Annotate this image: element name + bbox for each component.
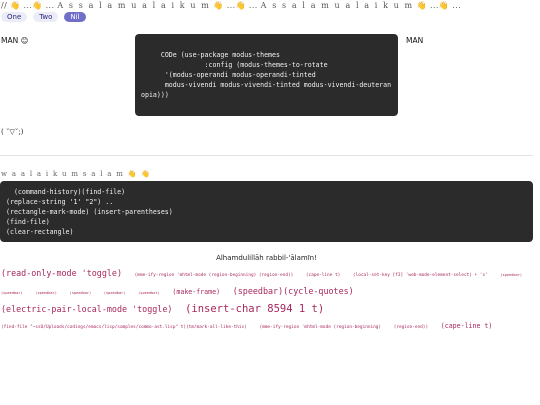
cloud-command: (mme-ify-region 'mhtml-mode (region-begi… [134,273,294,278]
man-label-right: MAN [406,36,424,45]
cloud-command: (mme-ify-region 'mhtml-mode (region-begi… [259,325,382,330]
cloud-command: (speedbar) [1,291,23,295]
cloud-command: (electric-pair-local-mode 'toggle) [1,304,173,314]
cloud-command: (speedbar) [500,273,523,277]
greeting-text: A s s a l a m u a l a i k u m [57,1,211,10]
cloud-command: (speedbar) [138,291,160,295]
code-block-command-history: (command-history)(find-file) (replace-st… [0,181,533,242]
wave-emoji: 👋 [438,1,450,10]
tab-one[interactable]: One [1,12,28,22]
cloud-command: (speedbar)(cycle-quotes) [232,286,354,296]
cloud-command: (speedbar) [35,291,57,295]
comment-prefix: // [1,1,11,10]
cloud-command: (find-file "~ssU/Uploads/codings/emacs/l… [1,325,247,330]
tab-bar: One Two Nil [1,12,86,22]
reply-line: w a a l a i k u m s a l a m 👋 👋 [1,170,152,178]
wave-emoji: 👋 [32,1,43,10]
kaomoji: ( ˘▽˘;) [1,128,24,136]
cloud-command: (cape-line t) [305,273,341,278]
cloud-command: (cape-line t) [440,322,493,330]
wave-emoji: 👋 [10,1,21,10]
tab-nil[interactable]: Nil [64,12,86,22]
tab-two[interactable]: Two [33,12,59,22]
ellipsis-text: ... [223,1,236,10]
divider [0,155,533,156]
greeting-line: // 👋 ...👋 ... A s s a l a m u a l a i k … [1,1,461,10]
ellipsis-text: ... [42,1,58,10]
command-word-cloud: (read-only-mode 'toggle) (mme-ify-region… [1,264,531,334]
cloud-command: (local-set-key [f3] 'web-mode-element-se… [352,273,488,278]
alhamdulillah-line: Alhamdulillāh rabbil-'ālamīn! [216,254,317,262]
cloud-command: (speedbar) [103,291,126,295]
cloud-command: (make-frame) [172,288,221,296]
cloud-command: (speedbar) [69,291,92,295]
ellipsis-text: ... [245,1,261,10]
cloud-command: (read-only-mode 'toggle) [1,268,123,278]
cloud-command: (region-end)) [393,325,429,330]
wave-emoji: 👋 [213,1,224,10]
code-block-modus-themes: CODe (use-package modus-themes :config (… [135,34,398,116]
man-label-left: MAN 😊 [1,36,29,45]
cloud-command: (insert-char 8594 1 t) [185,303,325,315]
ellipsis-text: ... [20,1,33,10]
ellipsis-text: ... [449,1,462,10]
ellipsis-text: ... [427,1,439,10]
wave-emoji: 👋 [416,1,428,10]
greeting-text: A s s a l a m u a l a i k u m [260,1,414,10]
wave-emoji: 👋 [235,1,246,10]
